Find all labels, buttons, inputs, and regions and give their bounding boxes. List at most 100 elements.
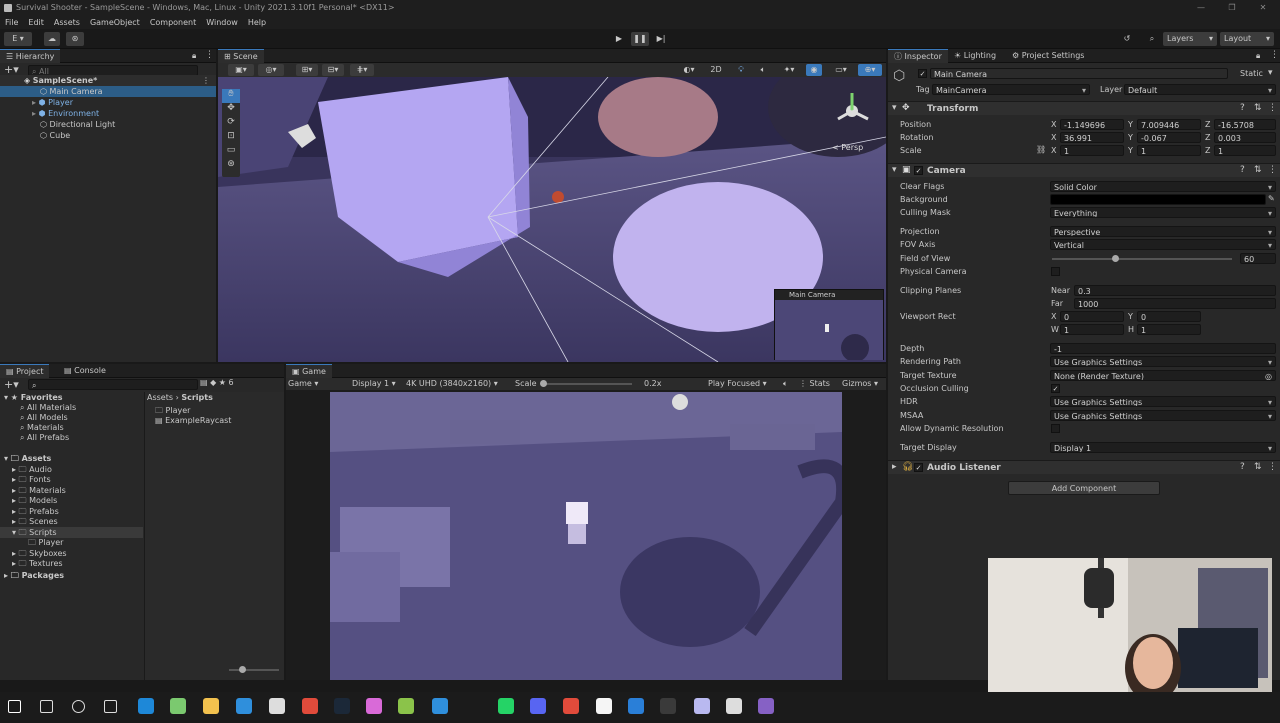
allow-dynamic-resolution-checkbox[interactable] [1051, 424, 1060, 433]
assets-header[interactable]: ▾ 🗀︎ Assets [4, 453, 51, 464]
near-value[interactable]: 0.3 [1074, 285, 1276, 296]
help-icon[interactable]: ? [1240, 165, 1245, 175]
maximize-icon[interactable]: ❐ [1217, 0, 1247, 16]
constrain-proportions-icon[interactable]: ⛓︎ [1036, 145, 1046, 154]
object-name-input[interactable]: Main Camera [930, 68, 1228, 79]
viewport-x[interactable]: 0 [1060, 311, 1124, 322]
search-icon[interactable]: ⌕ [1143, 32, 1161, 46]
component-menu-icon[interactable]: ⋮ [1268, 462, 1277, 472]
menu-file[interactable]: File [0, 16, 23, 29]
search-icon[interactable] [40, 700, 53, 713]
transform-header[interactable]: ▾ ✥ Transform ? ⇅ ⋮ [888, 101, 1280, 115]
audio-listener-header[interactable]: ▸ 🎧︎ ✓ Audio Listener ? ⇅ ⋮ [888, 460, 1280, 474]
move-tool-icon[interactable]: ✥ [222, 103, 240, 117]
audio-listener-enabled-checkbox[interactable]: ✓ [914, 463, 923, 472]
favorite-item[interactable]: ⌕ All Prefabs [20, 432, 69, 443]
target-display-dropdown[interactable]: Display 1 [1050, 442, 1276, 453]
discord-icon[interactable] [530, 698, 546, 714]
presets-icon[interactable]: ⇅ [1254, 103, 1262, 113]
rendering-path-dropdown[interactable]: Use Graphics Settings [1050, 356, 1276, 367]
folder-item[interactable]: ▸ 🗀︎ Textures [12, 558, 63, 569]
active-checkbox[interactable]: ✓ [918, 69, 927, 78]
help-icon[interactable]: ? [1240, 462, 1245, 472]
unity-hub-icon[interactable] [269, 698, 285, 714]
more-icon[interactable]: ⋮ [1270, 50, 1279, 60]
menu-window[interactable]: Window [201, 16, 243, 29]
pause-button[interactable]: ❚❚ [631, 32, 649, 46]
breadcrumb-assets[interactable]: Assets [147, 393, 173, 402]
camera-enabled-checkbox[interactable]: ✓ [914, 166, 923, 175]
scale-slider[interactable] [540, 380, 632, 387]
rect-tool-icon[interactable]: ▭ [222, 145, 240, 159]
grid-dropdown[interactable]: ⋕▾ [350, 64, 374, 76]
vscode-icon[interactable] [628, 698, 644, 714]
shading-icon[interactable]: ◐▾ [678, 64, 700, 76]
physical-camera-checkbox[interactable] [1051, 267, 1060, 276]
msaa-dropdown[interactable]: Use Graphics Settings [1050, 410, 1276, 421]
fov-slider[interactable] [1052, 255, 1232, 262]
occlusion-culling-checkbox[interactable]: ✓ [1051, 384, 1060, 393]
project-search-input[interactable]: ⌕ [28, 379, 198, 390]
play-focused-dropdown[interactable]: Play Focused ▾ [708, 378, 767, 390]
mute-audio-icon[interactable]: 🔈︎ [783, 378, 788, 390]
render-mode-dropdown[interactable]: ◎▾ [258, 64, 284, 76]
tab-console[interactable]: ▤ Console [58, 364, 112, 378]
hidden-objects-icon[interactable]: ◉ [806, 64, 822, 76]
fov-axis-dropdown[interactable]: Vertical [1050, 239, 1276, 250]
cloud-icon[interactable]: ☁ [44, 32, 60, 46]
folder-item-scripts[interactable]: ▾ 🗀︎ Scripts [0, 527, 143, 538]
scale-tool-icon[interactable]: ⊡ [222, 131, 240, 145]
far-value[interactable]: 1000 [1074, 298, 1276, 309]
breadcrumb-scripts[interactable]: Scripts [181, 393, 213, 402]
rotate-tool-icon[interactable]: ⟳ [222, 117, 240, 131]
app-icon[interactable] [398, 698, 414, 714]
add-component-button[interactable]: Add Component [1008, 481, 1160, 495]
file-item[interactable]: ▤ ExampleRaycast [155, 415, 231, 426]
icon-size-slider[interactable] [229, 666, 279, 673]
slider-thumb[interactable] [1112, 255, 1119, 262]
scale-x[interactable]: 1 [1060, 145, 1124, 156]
tag-dropdown[interactable]: MainCamera [932, 84, 1090, 95]
viewport-w[interactable]: 1 [1060, 324, 1124, 335]
close-icon[interactable]: ✕ [1248, 0, 1278, 16]
static-label[interactable]: Static [1240, 68, 1263, 79]
menu-edit[interactable]: Edit [23, 16, 49, 29]
slider-thumb[interactable] [540, 380, 547, 387]
menu-component[interactable]: Component [145, 16, 201, 29]
cortana-icon[interactable] [72, 700, 85, 713]
lock-icon[interactable]: 🔒︎ [1256, 51, 1260, 61]
tab-inspector[interactable]: ⓘ Inspector [888, 49, 948, 63]
presets-icon[interactable]: ⇅ [1254, 462, 1262, 472]
folder-item[interactable]: ▸ 🗀︎ Fonts [12, 474, 51, 485]
hand-tool-icon[interactable]: ✋︎ [222, 89, 240, 103]
resolution-dropdown[interactable]: 4K UHD (3840x2160) ▾ [406, 378, 498, 390]
hierarchy-item-environment[interactable]: ▸ ⬢ Environment [0, 108, 216, 119]
layer-dropdown[interactable]: Default [1124, 84, 1276, 95]
background-color-field[interactable] [1050, 194, 1266, 205]
step-button[interactable]: ▶| [652, 32, 670, 46]
viewport-y[interactable]: 0 [1137, 311, 1201, 322]
minimize-icon[interactable]: — [1186, 0, 1216, 16]
help-icon[interactable]: ? [1240, 103, 1245, 113]
folder-item[interactable]: ▸ 🗀︎ Models [12, 495, 57, 506]
app-icon[interactable] [366, 698, 382, 714]
history-icon[interactable]: ↺ [1118, 32, 1136, 46]
position-z[interactable]: -16.5708 [1214, 119, 1276, 130]
steam-icon[interactable] [334, 698, 350, 714]
menu-help[interactable]: Help [243, 16, 271, 29]
play-button[interactable]: ▶ [610, 32, 628, 46]
folder-item[interactable]: 🗀︎ Player [28, 537, 63, 548]
static-dropdown-icon[interactable]: ▾ [1268, 68, 1273, 78]
explorer-icon[interactable] [203, 698, 219, 714]
account-button[interactable]: E ▾ [4, 32, 32, 46]
obs-icon[interactable] [660, 698, 676, 714]
hierarchy-item-directional-light[interactable]: ⬡ Directional Light [0, 119, 216, 130]
orientation-gizmo[interactable] [830, 89, 874, 133]
2d-toggle[interactable]: 2D [708, 64, 724, 76]
foldout-arrow-icon[interactable]: ▾ [892, 165, 897, 175]
depth-value[interactable]: -1 [1050, 343, 1276, 354]
camera-dropdown[interactable]: ▭▾ [830, 64, 852, 76]
eyedropper-icon[interactable]: ✎ [1268, 194, 1275, 203]
scene-menu-icon[interactable]: ⋮ [202, 75, 210, 86]
task-view-icon[interactable] [104, 700, 117, 713]
